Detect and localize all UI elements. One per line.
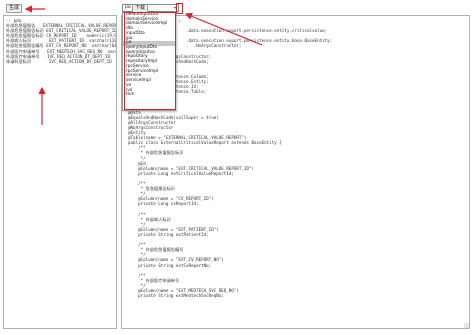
chevron-down-icon: ▾	[173, 5, 176, 10]
file-type-select-value: po	[125, 5, 131, 10]
code-output-text-bottom: /** * */ @Data @EqualsAndHashCode(callSu…	[128, 94, 282, 299]
file-type-dropdown-list[interactable]: deleteInputDto domainService domainService…	[122, 12, 176, 111]
sql-input-text: -- pda 外部危急值报告 EXTERNAL_CRITICAL_VALUE_R…	[6, 18, 117, 64]
generate-button[interactable]: 生成	[6, 4, 22, 13]
sql-input-textarea[interactable]: -- pda 外部危急值报告 EXTERNAL_CRITICAL_VALUE_R…	[3, 15, 117, 329]
dropdown-option[interactable]: tom	[123, 92, 175, 98]
resize-handle[interactable]	[464, 323, 469, 328]
file-type-select[interactable]: po ▾	[122, 4, 179, 12]
